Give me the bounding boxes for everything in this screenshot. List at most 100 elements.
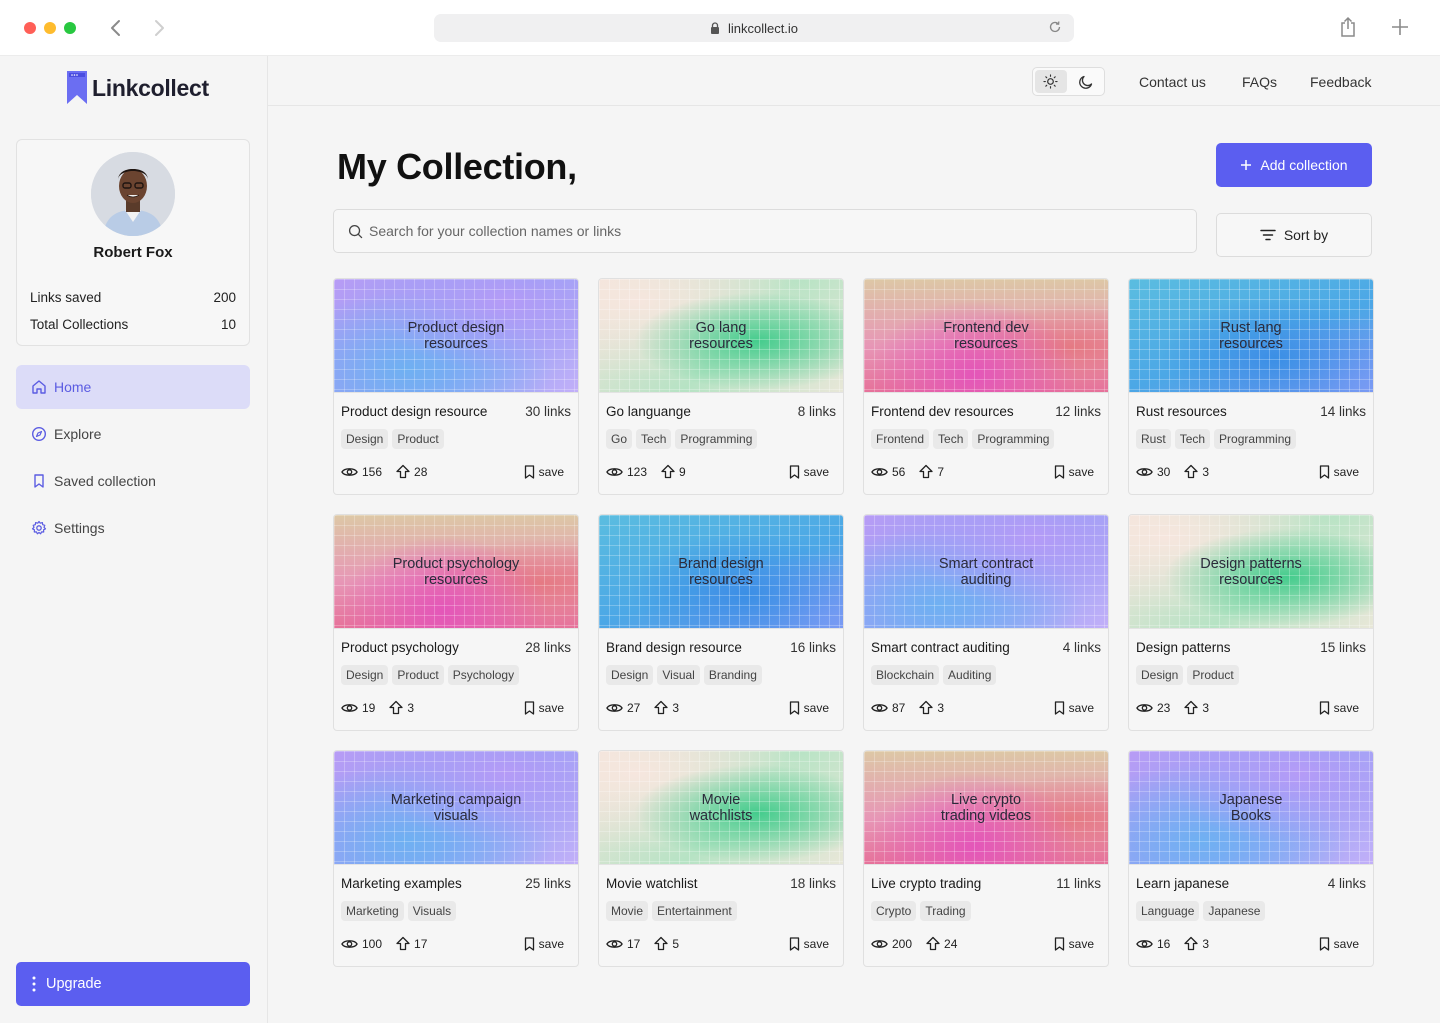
upvote-button[interactable]: 7: [919, 464, 944, 479]
sidebar-item-explore[interactable]: Explore: [16, 412, 250, 456]
tag-chip[interactable]: Programming: [1214, 429, 1297, 449]
collection-cover[interactable]: Frontend dev resources: [864, 279, 1108, 393]
collection-name[interactable]: Product psychology: [341, 640, 459, 655]
tag-chip[interactable]: Product: [392, 665, 444, 685]
tag-chip[interactable]: Product: [1187, 665, 1239, 685]
collection-cover[interactable]: Movie watchlists: [599, 751, 843, 865]
new-tab-icon[interactable]: [1389, 16, 1411, 43]
sidebar-item-settings[interactable]: Settings: [16, 506, 250, 550]
maximize-window-button[interactable]: [64, 22, 76, 34]
collection-card[interactable]: Movie watchlists Movie watchlist 18 links Mo…: [598, 750, 844, 967]
collection-name[interactable]: Rust resources: [1136, 404, 1227, 419]
save-button[interactable]: save: [1054, 465, 1094, 479]
tag-chip[interactable]: Tech: [636, 429, 672, 449]
collection-name[interactable]: Frontend dev resources: [871, 404, 1014, 419]
tag-chip[interactable]: Entertainment: [652, 901, 737, 921]
collection-name[interactable]: Live crypto trading: [871, 876, 981, 891]
tag-chip[interactable]: Visuals: [407, 901, 457, 921]
tag-chip[interactable]: Design: [341, 429, 389, 449]
collection-cover[interactable]: Smart contract auditing: [864, 515, 1108, 629]
upvote-button[interactable]: 3: [389, 700, 414, 715]
upvote-button[interactable]: 17: [396, 936, 427, 951]
tag-chip[interactable]: Visual: [657, 665, 700, 685]
tag-chip[interactable]: Trading: [920, 901, 971, 921]
tag-chip[interactable]: Rust: [1136, 429, 1171, 449]
save-button[interactable]: save: [1319, 701, 1359, 715]
tag-chip[interactable]: Auditing: [943, 665, 997, 685]
tag-chip[interactable]: Movie: [606, 901, 649, 921]
feedback-link[interactable]: Feedback: [1310, 74, 1371, 90]
faqs-link[interactable]: FAQs: [1242, 74, 1277, 90]
collection-card[interactable]: Frontend dev resources Frontend dev resour…: [863, 278, 1109, 495]
collection-name[interactable]: Design patterns: [1136, 640, 1231, 655]
collection-card[interactable]: Smart contract auditing Smart contract aud…: [863, 514, 1109, 731]
collection-card[interactable]: Go lang resources Go languange 8 links Go Tec…: [598, 278, 844, 495]
tag-chip[interactable]: Design: [341, 665, 389, 685]
collection-name[interactable]: Marketing examples: [341, 876, 462, 891]
minimize-window-button[interactable]: [44, 22, 56, 34]
collection-cover[interactable]: Rust lang resources: [1129, 279, 1373, 393]
tag-chip[interactable]: Marketing: [341, 901, 404, 921]
logo[interactable]: Linkcollect: [66, 70, 209, 106]
collection-card[interactable]: Marketing campaign visuals Marketing examp…: [333, 750, 579, 967]
add-collection-button[interactable]: Add collection: [1216, 143, 1372, 187]
upvote-button[interactable]: 9: [661, 464, 686, 479]
collection-name[interactable]: Movie watchlist: [606, 876, 698, 891]
tag-chip[interactable]: Psychology: [447, 665, 520, 685]
address-bar[interactable]: linkcollect.io: [434, 14, 1074, 42]
collection-cover[interactable]: Brand design resources: [599, 515, 843, 629]
collection-card[interactable]: Product psychology resources Product psych…: [333, 514, 579, 731]
tag-chip[interactable]: Go: [606, 429, 633, 449]
save-button[interactable]: save: [524, 701, 564, 715]
collection-cover[interactable]: Product design resources: [334, 279, 578, 393]
collection-cover[interactable]: Japanese Books: [1129, 751, 1373, 865]
collection-card[interactable]: Brand design resources Brand design resour…: [598, 514, 844, 731]
upvote-button[interactable]: 3: [1184, 700, 1209, 715]
share-icon[interactable]: [1338, 16, 1358, 43]
save-button[interactable]: save: [789, 465, 829, 479]
tag-chip[interactable]: Design: [1136, 665, 1184, 685]
upvote-button[interactable]: 3: [1184, 464, 1209, 479]
tag-chip[interactable]: Tech: [1174, 429, 1211, 449]
save-button[interactable]: save: [789, 701, 829, 715]
collection-name[interactable]: Go languange: [606, 404, 691, 419]
tag-chip[interactable]: Programming: [675, 429, 758, 449]
collection-cover[interactable]: Live crypto trading videos: [864, 751, 1108, 865]
tag-chip[interactable]: Blockchain: [871, 665, 940, 685]
upgrade-button[interactable]: Upgrade: [16, 962, 250, 1006]
sidebar-item-saved-collection[interactable]: Saved collection: [16, 459, 250, 503]
save-button[interactable]: save: [1319, 937, 1359, 951]
collection-name[interactable]: Product design resource: [341, 404, 487, 419]
tag-chip[interactable]: Crypto: [871, 901, 917, 921]
collection-name[interactable]: Learn japanese: [1136, 876, 1229, 891]
collection-card[interactable]: Product design resources Product design re…: [333, 278, 579, 495]
reload-icon[interactable]: [1048, 20, 1062, 37]
search-input[interactable]: [369, 223, 1169, 239]
collection-cover[interactable]: Design patterns resources: [1129, 515, 1373, 629]
back-arrow-icon[interactable]: [104, 16, 128, 40]
upvote-button[interactable]: 3: [654, 700, 679, 715]
tag-chip[interactable]: Branding: [703, 665, 762, 685]
collection-cover[interactable]: Go lang resources: [599, 279, 843, 393]
upvote-button[interactable]: 5: [654, 936, 679, 951]
forward-arrow-icon[interactable]: [147, 16, 171, 40]
collection-name[interactable]: Smart contract auditing: [871, 640, 1010, 655]
upvote-button[interactable]: 28: [396, 464, 427, 479]
tag-chip[interactable]: Language: [1136, 901, 1200, 921]
save-button[interactable]: save: [1319, 465, 1359, 479]
close-window-button[interactable]: [24, 22, 36, 34]
upvote-button[interactable]: 3: [1184, 936, 1209, 951]
tag-chip[interactable]: Design: [606, 665, 654, 685]
save-button[interactable]: save: [789, 937, 829, 951]
upvote-button[interactable]: 24: [926, 936, 957, 951]
moon-icon[interactable]: [1071, 70, 1103, 93]
avatar[interactable]: [91, 152, 175, 236]
sidebar-item-home[interactable]: Home: [16, 365, 250, 409]
save-button[interactable]: save: [1054, 701, 1094, 715]
sort-by-button[interactable]: Sort by: [1216, 213, 1372, 257]
collection-card[interactable]: Rust lang resources Rust resources 14 links…: [1128, 278, 1374, 495]
tag-chip[interactable]: Tech: [933, 429, 969, 449]
sun-icon[interactable]: [1035, 70, 1067, 93]
save-button[interactable]: save: [524, 465, 564, 479]
collection-card[interactable]: Japanese Books Learn japanese 4 links Langua…: [1128, 750, 1374, 967]
